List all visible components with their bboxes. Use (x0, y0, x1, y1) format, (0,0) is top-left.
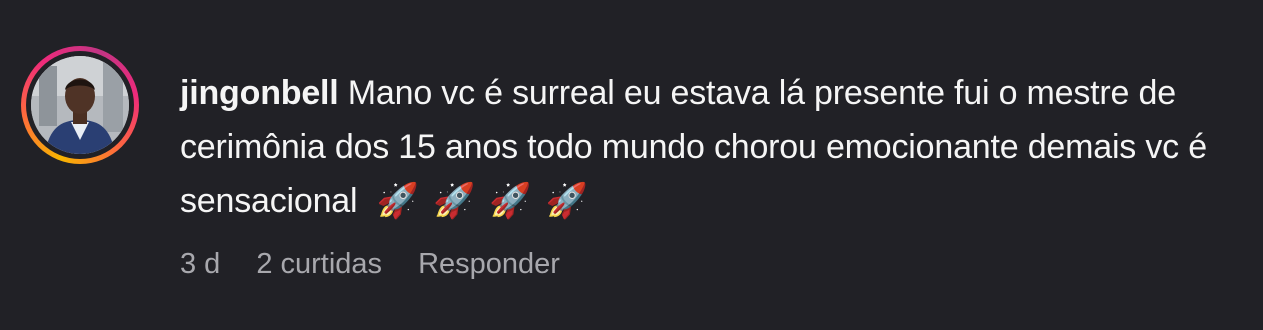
comment-item: jingonbell Mano vc é surreal eu estava l… (0, 0, 1263, 330)
comment-body: jingonbell Mano vc é surreal eu estava l… (180, 66, 1240, 228)
comment-time[interactable]: 3 d (180, 248, 220, 281)
comment-meta: 3 d 2 curtidas Responder (180, 248, 560, 281)
reply-button[interactable]: Responder (418, 248, 560, 281)
story-ring[interactable] (21, 46, 139, 164)
rocket-emojis: 🚀🚀🚀🚀 (376, 182, 602, 220)
avatar[interactable] (31, 56, 129, 154)
comment-username[interactable]: jingonbell (180, 74, 339, 112)
profile-photo-icon (31, 56, 129, 154)
likes-count[interactable]: 2 curtidas (256, 248, 382, 281)
